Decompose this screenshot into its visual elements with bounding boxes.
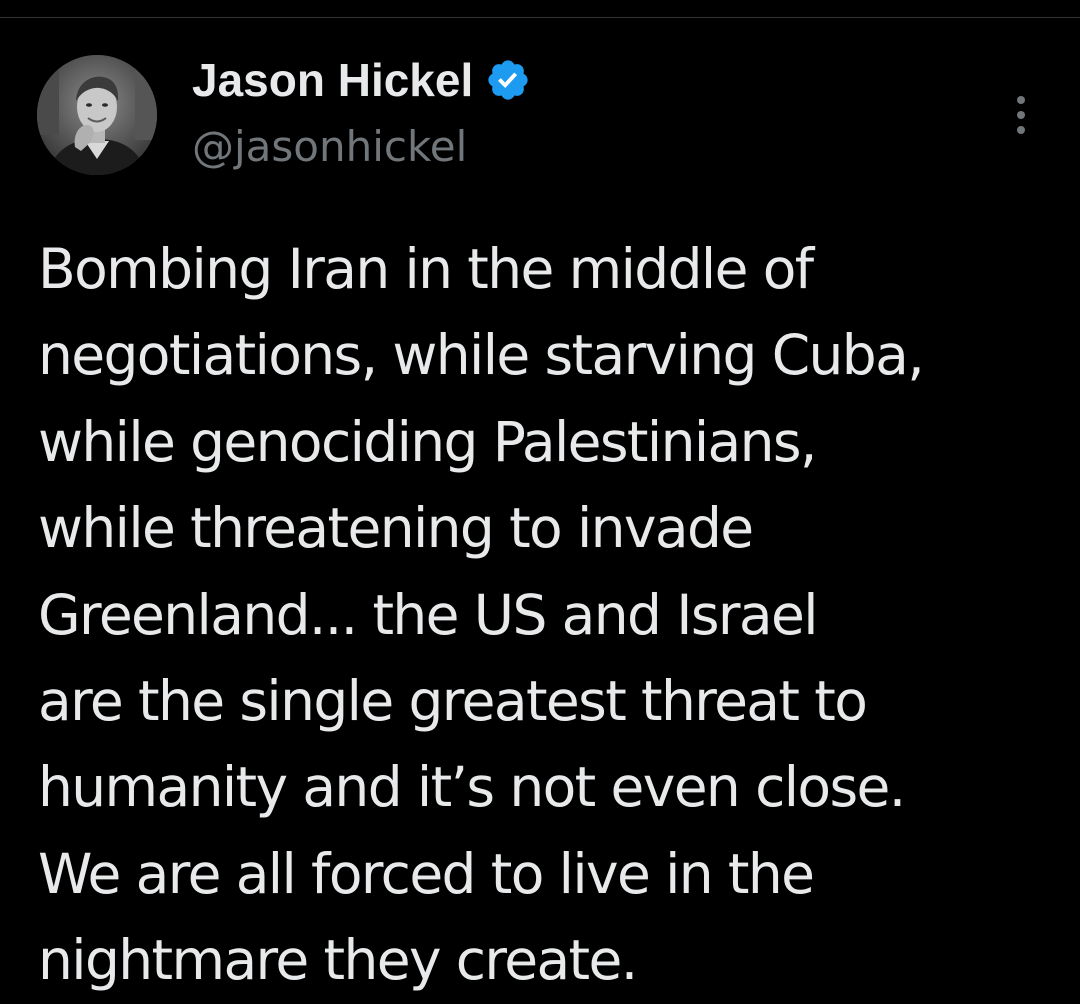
tweet-text-line: nightmare they create. bbox=[38, 928, 638, 993]
more-options-button[interactable] bbox=[998, 80, 1044, 150]
tweet-text-line: Greenland... the US and Israel bbox=[38, 582, 819, 647]
tweet-text-line: are the single greatest threat to bbox=[38, 669, 868, 734]
tweet-card[interactable]: Jason Hickel @jasonhickel Bombing Iran i… bbox=[0, 18, 1080, 995]
tweet-text-line: Bombing Iran in the middle of bbox=[38, 237, 814, 301]
tweet-text-line: negotiations, while starving Cuba, bbox=[38, 323, 925, 388]
tweet-text-line: humanity and it’s not even close. bbox=[38, 755, 906, 820]
tweet-text-line: while genociding Palestinians, bbox=[38, 409, 817, 474]
more-options-icon bbox=[1017, 96, 1025, 104]
user-avatar-photo-icon bbox=[37, 55, 157, 175]
author-name-row: Jason Hickel bbox=[192, 56, 531, 104]
author-display-name[interactable]: Jason Hickel bbox=[192, 56, 473, 104]
verified-badge-icon[interactable] bbox=[485, 57, 531, 103]
tweet-text: Bombing Iran in the middle of negotiatio… bbox=[38, 226, 1068, 1004]
more-options-dot bbox=[1017, 111, 1025, 119]
author-handle[interactable]: @jasonhickel bbox=[192, 122, 467, 172]
tweet-text-line: while threatening to invade bbox=[38, 496, 754, 561]
more-options-dot bbox=[1017, 126, 1025, 134]
avatar[interactable] bbox=[37, 55, 157, 175]
tweet-text-line: We are all forced to live in the bbox=[38, 841, 815, 906]
